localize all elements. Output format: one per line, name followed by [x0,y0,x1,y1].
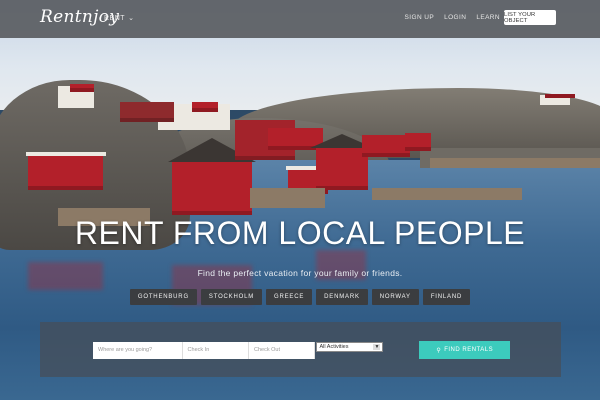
find-rentals-label: FIND RENTALS [444,347,494,353]
hero-subline: Find the perfect vacation for your famil… [197,268,403,278]
country-button-greece[interactable]: GREECE [266,289,313,305]
nav-link-login[interactable]: LOGIN [444,14,466,21]
country-button-gothenburg[interactable]: GOTHENBURG [129,289,197,305]
boathouse-red [316,145,368,190]
check-in-input[interactable]: Check In [182,341,249,359]
activities-select-value: All Activities [319,344,349,350]
boathouse-red-large [172,160,252,215]
hero-headline: RENT FROM LOCAL PEOPLE [74,215,526,251]
pier [430,158,600,168]
list-your-object-button[interactable]: LIST YOUR OBJECT [504,10,556,25]
country-shortcuts: GOTHENBURG STOCKHOLM GREECE DENMARK NORW… [0,289,600,305]
house-red [120,102,174,122]
house-red [362,135,410,157]
destination-input[interactable]: Where are you going? [93,341,183,359]
activities-select[interactable]: All Activities ▼ [316,342,384,352]
country-button-stockholm[interactable]: STOCKHOLM [200,289,263,305]
nav-link-learn[interactable]: LEARN [476,14,500,21]
house-roof-red [70,84,94,92]
search-icon: ⚲ [436,347,442,354]
country-button-norway[interactable]: NORWAY [371,289,419,305]
house-roof-red [545,94,575,98]
country-button-denmark[interactable]: DENMARK [316,289,368,305]
find-rentals-button[interactable]: ⚲ FIND RENTALS [419,341,510,359]
house-roof-red [192,102,218,112]
country-button-finland[interactable]: FINLAND [422,289,471,305]
chevron-down-icon: ⌄ [128,15,135,22]
house-red [405,133,431,151]
pier [372,188,522,200]
boathouse-trim [26,152,106,156]
rent-dropdown-label: RENT [104,15,126,22]
nav-links: SIGN UP LOGIN LEARN [405,14,500,21]
nav-link-sign-up[interactable]: SIGN UP [405,14,435,21]
top-navbar: Rentnjoy RENT ⌄ SIGN UP LOGIN LEARN LIST … [0,0,600,38]
check-out-input[interactable]: Check Out [249,341,316,359]
boathouse-red [28,155,103,190]
search-bar: Where are you going? Check In Check Out … [90,340,510,360]
pier [250,188,325,208]
caret-down-icon: ▼ [373,344,381,350]
rent-dropdown[interactable]: RENT ⌄ [104,14,134,22]
